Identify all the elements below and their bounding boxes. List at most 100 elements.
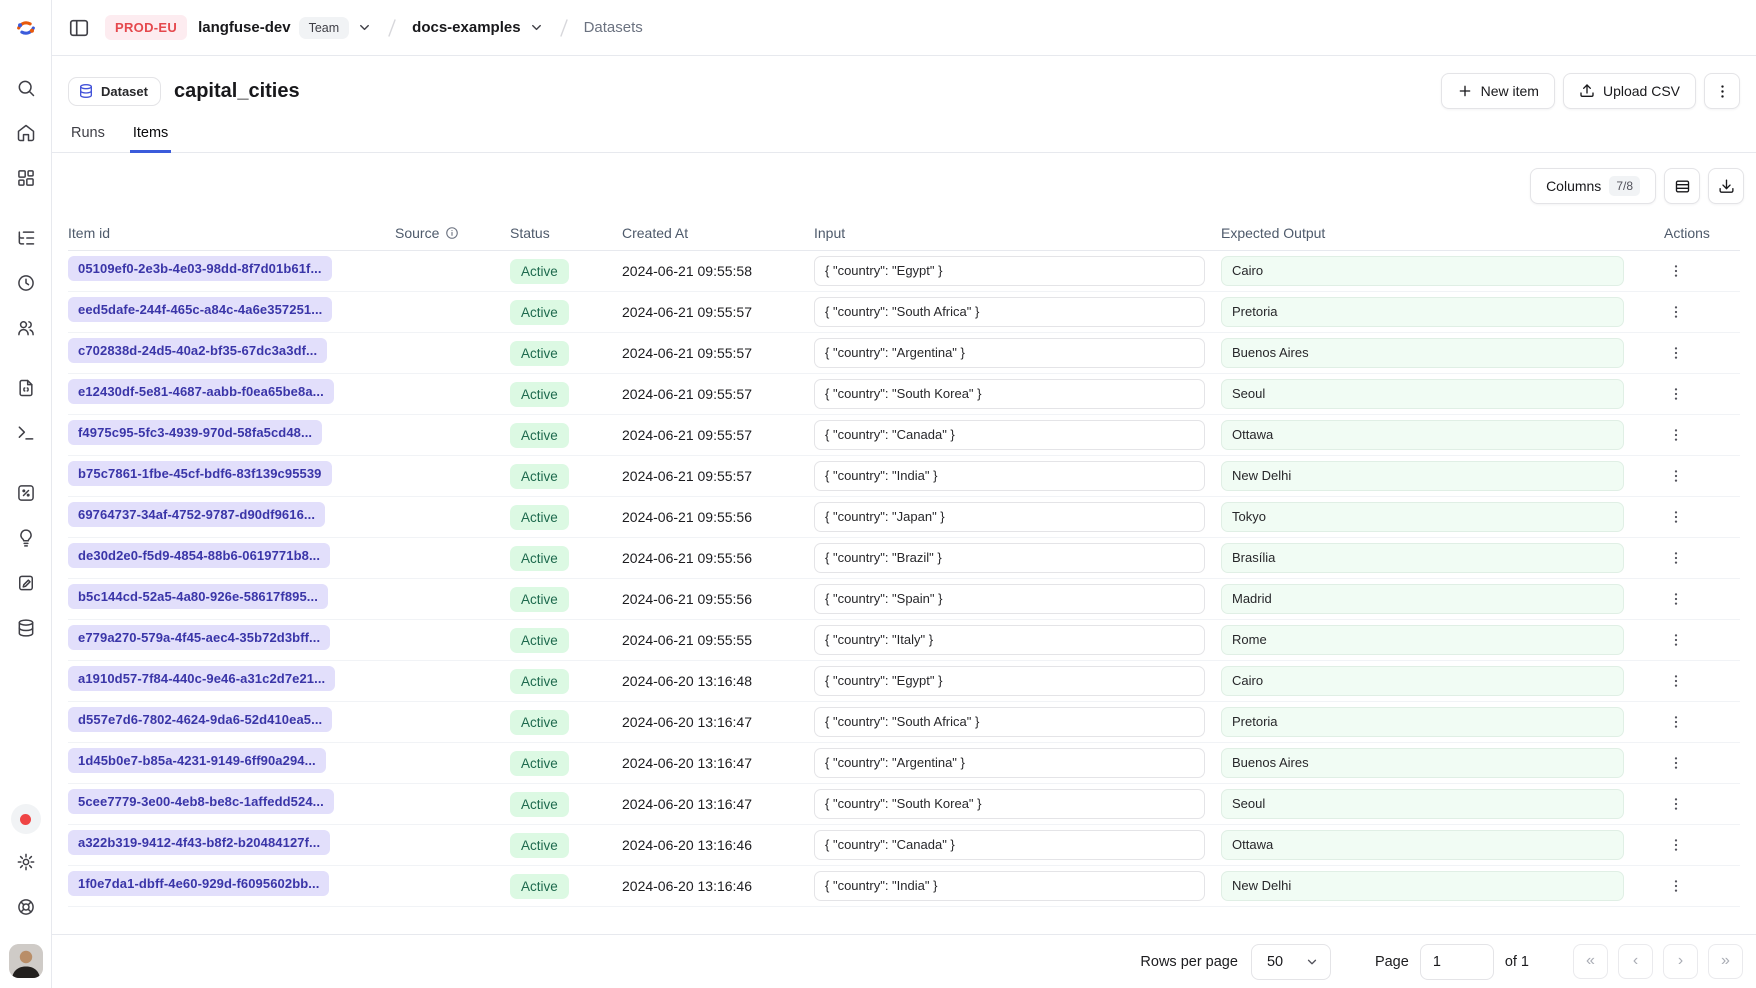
row-actions-button[interactable] — [1664, 628, 1688, 652]
table-row: de30d2e0-f5d9-4854-88b6-0619771b8... Act… — [68, 538, 1740, 579]
org-selector[interactable]: langfuse-dev Team — [198, 17, 372, 39]
created-at-cell: 2024-06-20 13:16:48 — [622, 673, 814, 689]
status-cell: Active — [510, 300, 622, 325]
table-row: b5c144cd-52a5-4a80-926e-58617f895... Act… — [68, 579, 1740, 620]
item-id-link[interactable]: a322b319-9412-4f43-b8f2-b20484127f... — [68, 830, 330, 855]
item-id-link[interactable]: e12430df-5e81-4687-aabb-f0ea65be8a... — [68, 379, 334, 404]
expected-output-value: Brasília — [1221, 543, 1624, 573]
tab-runs[interactable]: Runs — [70, 125, 106, 152]
tab-items[interactable]: Items — [132, 125, 169, 152]
row-height-button[interactable] — [1664, 168, 1700, 204]
ellipsis-vertical-icon — [1668, 714, 1684, 730]
sidebar-item-prompts[interactable] — [9, 374, 43, 402]
page-number-input[interactable] — [1420, 944, 1494, 980]
row-actions-button[interactable] — [1664, 751, 1688, 775]
table-row: a322b319-9412-4f43-b8f2-b20484127f... Ac… — [68, 825, 1740, 866]
created-at-cell: 2024-06-21 09:55:55 — [622, 632, 814, 648]
item-id-link[interactable]: d557e7d6-7802-4624-9da6-52d410ea5... — [68, 707, 332, 732]
item-id-link[interactable]: b75c7861-1fbe-45cf-bdf6-83f139c95539 — [68, 461, 332, 486]
ellipsis-vertical-icon — [1668, 468, 1684, 484]
expected-output-value: Buenos Aires — [1221, 338, 1624, 368]
row-actions-button[interactable] — [1664, 546, 1688, 570]
row-actions-button[interactable] — [1664, 382, 1688, 406]
sidebar-item-search[interactable] — [9, 74, 43, 102]
new-item-button[interactable]: New item — [1441, 73, 1555, 109]
status-cell: Active — [510, 341, 622, 366]
expected-output-value: Madrid — [1221, 584, 1624, 614]
ellipsis-vertical-icon — [1668, 509, 1684, 525]
sidebar-item-insights[interactable] — [9, 524, 43, 552]
project-selector[interactable]: docs-examples — [412, 19, 543, 36]
export-button[interactable] — [1708, 168, 1744, 204]
ellipsis-vertical-icon — [1668, 755, 1684, 771]
sidebar-item-support[interactable] — [9, 893, 43, 921]
org-role-badge: Team — [299, 17, 350, 39]
item-id-link[interactable]: c702838d-24d5-40a2-bf35-67dc3a3df... — [68, 338, 327, 363]
status-cell: Active — [510, 669, 622, 694]
item-id-link[interactable]: b5c144cd-52a5-4a80-926e-58617f895... — [68, 584, 328, 609]
actions-cell — [1640, 464, 1740, 488]
row-actions-button[interactable] — [1664, 874, 1688, 898]
breadcrumb-datasets-link[interactable]: Datasets — [584, 19, 643, 36]
next-page-button[interactable]: › — [1663, 944, 1698, 979]
row-actions-button[interactable] — [1664, 259, 1688, 283]
item-id-link[interactable]: f4975c95-5fc3-4939-970d-58fa5cd48... — [68, 420, 322, 445]
row-actions-button[interactable] — [1664, 423, 1688, 447]
sidebar-item-home[interactable] — [9, 119, 43, 147]
table-row: b75c7861-1fbe-45cf-bdf6-83f139c95539 Act… — [68, 456, 1740, 497]
item-id-link[interactable]: 69764737-34af-4752-9787-d90df9616... — [68, 502, 325, 527]
item-id-link[interactable]: de30d2e0-f5d9-4854-88b6-0619771b8... — [68, 543, 330, 568]
row-actions-button[interactable] — [1664, 464, 1688, 488]
info-icon[interactable] — [445, 226, 459, 240]
status-cell: Active — [510, 464, 622, 489]
sidebar-item-sessions[interactable] — [9, 269, 43, 297]
input-value: { "country": "Argentina" } — [814, 338, 1205, 368]
row-actions-button[interactable] — [1664, 300, 1688, 324]
created-at-cell: 2024-06-20 13:16:46 — [622, 837, 814, 853]
first-page-button[interactable]: « — [1573, 944, 1608, 979]
item-id-link[interactable]: 5cee7779-3e00-4eb8-be8c-1affedd524... — [68, 789, 334, 814]
input-value: { "country": "South Korea" } — [814, 789, 1205, 819]
status-indicator-button[interactable] — [11, 804, 41, 834]
expected-output-cell: Pretoria — [1221, 707, 1640, 737]
item-id-cell: 1d45b0e7-b85a-4231-9149-6ff90a294... — [68, 748, 395, 778]
prev-page-button[interactable]: ‹ — [1618, 944, 1653, 979]
sidebar-item-tracing[interactable] — [9, 224, 43, 252]
upload-csv-button[interactable]: Upload CSV — [1563, 73, 1696, 109]
user-avatar[interactable] — [9, 944, 43, 978]
item-id-link[interactable]: e779a270-579a-4f45-aec4-35b72d3bff... — [68, 625, 330, 650]
sidebar-item-users[interactable] — [9, 314, 43, 342]
item-id-link[interactable]: a1910d57-7f84-440c-9e46-a31c2d7e21... — [68, 666, 335, 691]
percent-square-icon — [16, 483, 36, 503]
row-actions-button[interactable] — [1664, 792, 1688, 816]
status-cell: Active — [510, 710, 622, 735]
columns-button[interactable]: Columns 7/8 — [1530, 168, 1656, 204]
item-id-link[interactable]: eed5dafe-244f-465c-a84c-4a6e357251... — [68, 297, 332, 322]
sidebar-item-dashboards[interactable] — [9, 164, 43, 192]
rows-per-page-select[interactable]: 50 — [1251, 944, 1331, 980]
row-actions-button[interactable] — [1664, 833, 1688, 857]
sidebar-item-evaluation[interactable] — [9, 479, 43, 507]
item-id-link[interactable]: 1d45b0e7-b85a-4231-9149-6ff90a294... — [68, 748, 326, 773]
sidebar-toggle-button[interactable] — [68, 17, 90, 39]
ellipsis-vertical-icon — [1714, 83, 1731, 100]
rows-icon — [1674, 178, 1691, 195]
sidebar-item-annotation[interactable] — [9, 569, 43, 597]
row-actions-button[interactable] — [1664, 669, 1688, 693]
last-page-button[interactable]: » — [1708, 944, 1743, 979]
item-id-link[interactable]: 05109ef0-2e3b-4e03-98dd-8f7d01b61f... — [68, 256, 332, 281]
status-badge: Active — [510, 833, 569, 858]
actions-cell — [1640, 874, 1740, 898]
item-id-link[interactable]: 1f0e7da1-dbff-4e60-929d-f6095602bb... — [68, 871, 329, 896]
row-actions-button[interactable] — [1664, 710, 1688, 734]
sidebar-item-playground[interactable] — [9, 419, 43, 447]
page-more-menu-button[interactable] — [1704, 73, 1740, 109]
row-actions-button[interactable] — [1664, 341, 1688, 365]
row-actions-button[interactable] — [1664, 587, 1688, 611]
header-actions: Actions — [1640, 225, 1740, 241]
row-actions-button[interactable] — [1664, 505, 1688, 529]
sidebar-item-datasets[interactable] — [9, 614, 43, 642]
langfuse-logo[interactable] — [15, 0, 37, 56]
sidebar-item-settings[interactable] — [9, 848, 43, 876]
expected-output-cell: Seoul — [1221, 379, 1640, 409]
